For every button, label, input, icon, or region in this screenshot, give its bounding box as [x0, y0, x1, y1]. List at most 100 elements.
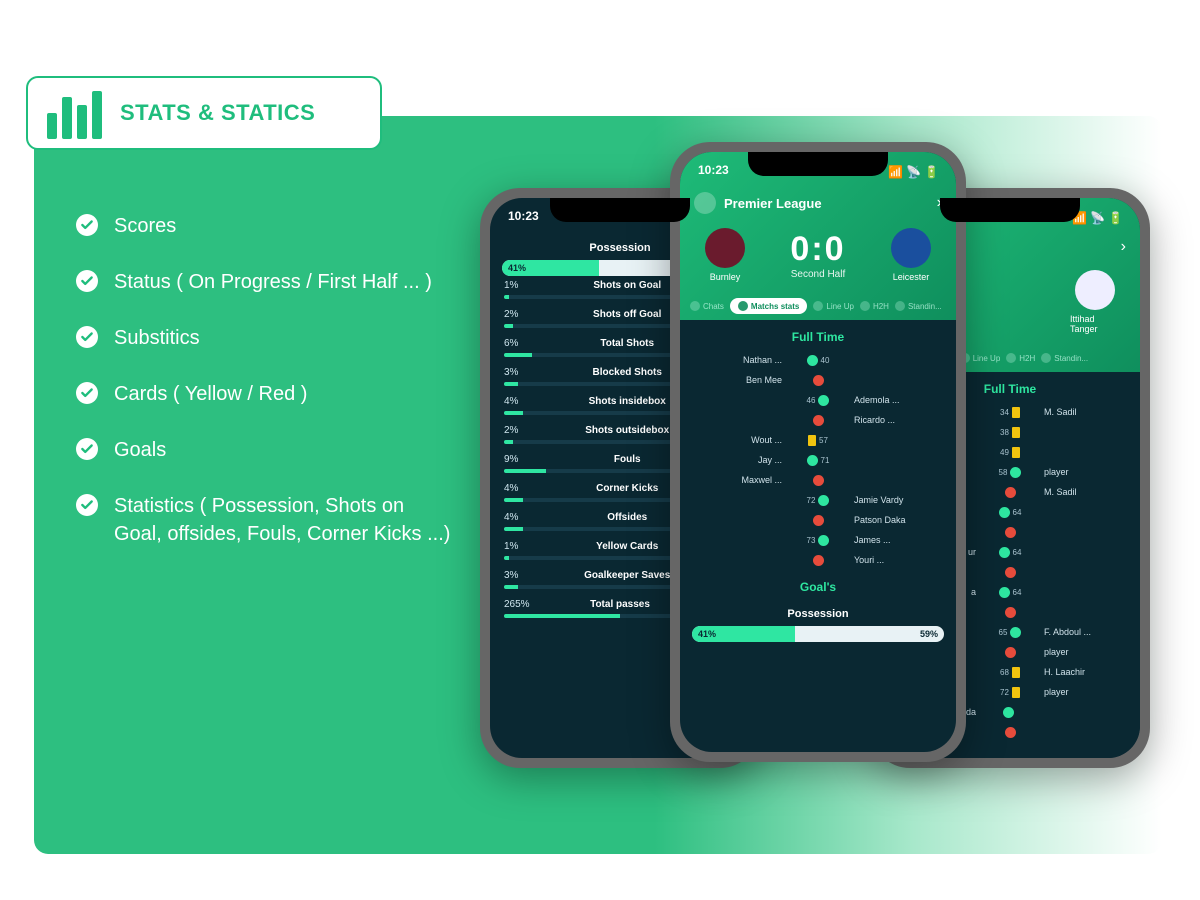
sub-in-icon: [999, 547, 1010, 558]
yellow-card-icon: [808, 435, 816, 446]
stat-left-value: 265%: [504, 599, 530, 610]
yellow-card-icon: [1012, 667, 1020, 678]
stat-left-value: 6%: [504, 338, 518, 349]
away-team[interactable]: Ittihad Tanger: [1070, 270, 1120, 334]
stat-left-value: 1%: [504, 541, 518, 552]
sub-in-icon: [818, 535, 829, 546]
yellow-card-icon: [1012, 447, 1020, 458]
check-icon: [76, 382, 98, 404]
chevron-right-icon[interactable]: ›: [1121, 238, 1126, 256]
status-time: 10:23: [698, 163, 729, 177]
sub-out-icon: [813, 415, 824, 426]
league-badge-icon: [694, 192, 716, 214]
sub-in-icon: [807, 455, 818, 466]
stat-left-value: 4%: [504, 396, 518, 407]
feature-text: Cards ( Yellow / Red ): [114, 380, 307, 408]
league-row[interactable]: Premier League ›: [680, 188, 956, 222]
tab-h2h[interactable]: H2H: [1006, 353, 1035, 363]
sub-out-icon: [813, 515, 824, 526]
tab-standing[interactable]: Standin...: [895, 301, 942, 311]
team-badge-icon: [1075, 270, 1115, 310]
yellow-card-icon: [1012, 407, 1020, 418]
home-name: Burnley: [710, 272, 741, 282]
title-pill: STATS & STATICS: [26, 76, 382, 150]
feature-text: Status ( On Progress / First Half ... ): [114, 268, 432, 296]
section-title: STATS & STATICS: [120, 100, 315, 126]
yellow-card-icon: [1012, 687, 1020, 698]
status-time: 10:23: [508, 209, 539, 223]
sub-out-icon: [1005, 647, 1016, 658]
feature-item: Cards ( Yellow / Red ): [76, 380, 456, 408]
stat-name: Offsides: [607, 512, 647, 523]
feature-list: Scores Status ( On Progress / First Half …: [76, 212, 456, 576]
sub-out-icon: [1005, 727, 1016, 738]
away-name: Ittihad Tanger: [1070, 314, 1120, 334]
stat-left-value: 9%: [504, 454, 518, 465]
sub-in-icon: [818, 395, 829, 406]
sub-out-icon: [813, 375, 824, 386]
league-name: Premier League: [724, 196, 929, 211]
phone-notch: [940, 198, 1080, 222]
sub-in-icon: [807, 355, 818, 366]
feature-item: Statistics ( Possession, Shots on Goal, …: [76, 492, 456, 548]
possession-right: 59%: [920, 626, 938, 642]
stat-left-value: 2%: [504, 425, 518, 436]
sub-in-icon: [1010, 467, 1021, 478]
check-icon: [76, 270, 98, 292]
check-icon: [76, 326, 98, 348]
tab-stats[interactable]: Matchs stats: [730, 298, 807, 314]
section-fulltime: Full Time: [680, 320, 956, 350]
tab-h2h[interactable]: H2H: [860, 301, 889, 311]
feature-item: Goals: [76, 436, 456, 464]
sub-in-icon: [1010, 627, 1021, 638]
events-list: Nathan ...40Ben Mee46Ademola ...Ricardo …: [680, 350, 956, 570]
sub-in-icon: [818, 495, 829, 506]
score: 0:0: [790, 230, 845, 269]
stat-name: Fouls: [614, 454, 641, 465]
phone-center: 10:23 📶📡🔋 Premier League › Burnley 0:0: [670, 142, 966, 762]
feature-text: Scores: [114, 212, 176, 240]
tab-standing[interactable]: Standin...: [1041, 353, 1088, 363]
tab-chats[interactable]: Chats: [690, 301, 724, 311]
sub-out-icon: [1005, 487, 1016, 498]
check-icon: [76, 494, 98, 516]
tabs: Chats Matchs stats Line Up H2H Standin..…: [680, 292, 956, 320]
sub-in-icon: [1003, 707, 1014, 718]
section-goals: Goal's: [680, 570, 956, 600]
stat-left-value: 3%: [504, 367, 518, 378]
home-team[interactable]: Burnley: [700, 228, 750, 282]
team-badge-icon: [705, 228, 745, 268]
stat-left-value: 3%: [504, 570, 518, 581]
feature-item: Scores: [76, 212, 456, 240]
yellow-card-icon: [1012, 427, 1020, 438]
sub-out-icon: [813, 475, 824, 486]
sub-out-icon: [1005, 607, 1016, 618]
phone-notch: [550, 198, 690, 222]
away-name: Leicester: [893, 272, 930, 282]
stat-name: Yellow Cards: [596, 541, 658, 552]
sub-in-icon: [999, 587, 1010, 598]
stat-left-value: 4%: [504, 483, 518, 494]
possession-left: 41%: [502, 260, 599, 276]
possession-title: Possession: [692, 608, 944, 620]
feature-text: Goals: [114, 436, 166, 464]
bar-chart-icon: [46, 87, 102, 139]
stat-name: Shots outsidebox: [585, 425, 669, 436]
stat-left-value: 2%: [504, 309, 518, 320]
check-icon: [76, 438, 98, 460]
sub-out-icon: [1005, 527, 1016, 538]
match-status: Second Half: [790, 269, 845, 280]
stat-name: Blocked Shots: [592, 367, 661, 378]
stat-left-value: 4%: [504, 512, 518, 523]
score-row: Burnley 0:0 Second Half Leicester: [680, 222, 956, 292]
stat-name: Goalkeeper Saves: [584, 570, 670, 581]
team-badge-icon: [891, 228, 931, 268]
stat-name: Shots off Goal: [593, 309, 661, 320]
feature-item: Substitics: [76, 324, 456, 352]
stat-name: Shots on Goal: [593, 280, 661, 291]
tab-lineup[interactable]: Line Up: [813, 301, 854, 311]
stat-name: Corner Kicks: [596, 483, 658, 494]
stat-name: Shots insidebox: [589, 396, 666, 407]
away-team[interactable]: Leicester: [886, 228, 936, 282]
phone-notch: [748, 152, 888, 176]
